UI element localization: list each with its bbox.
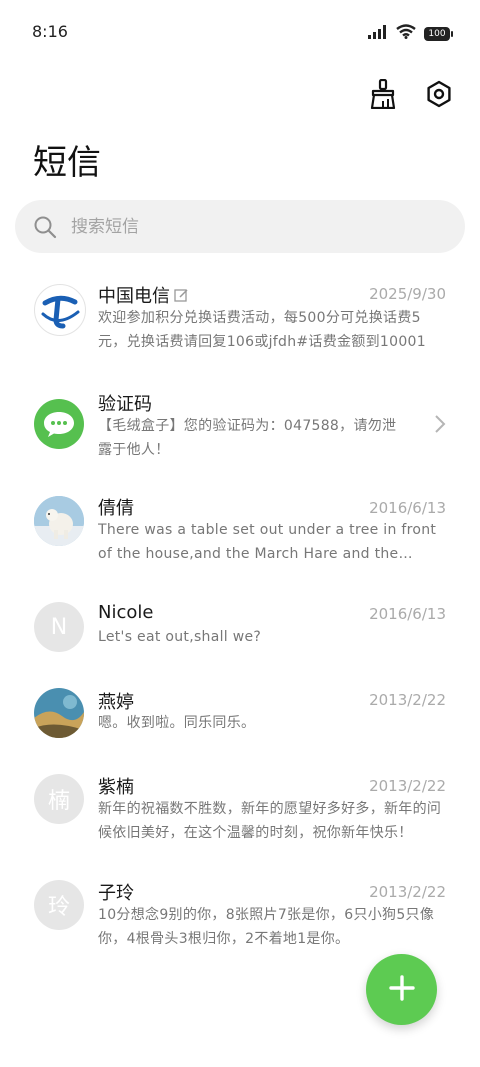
conversation-name: 倩倩 — [98, 498, 134, 519]
plus-icon — [388, 974, 416, 1006]
conversation-name: 紫楠 — [98, 777, 134, 798]
conversation-preview: Let's eat out,shall we? — [98, 629, 262, 645]
contact-initial-avatar: 玲 — [34, 880, 84, 930]
conversation-date: 2013/2/22 — [369, 883, 446, 901]
conversation-item[interactable]: 楠 紫楠 2013/2/22 新年的祝福数不胜数，新年的愿望好多好多，新年的问候… — [0, 760, 480, 860]
conversation-item[interactable]: 中国电信 2025/9/30 欢迎参加积分兑换话费活动，每500分可兑换话费5元… — [0, 266, 480, 366]
signal-icon — [368, 24, 388, 43]
conversation-date: 2016/6/13 — [369, 499, 446, 517]
search-input[interactable] — [69, 211, 443, 243]
clean-brush-icon[interactable] — [368, 78, 398, 110]
conversation-preview: 嗯。收到啦。同乐同乐。 — [98, 715, 256, 731]
conversation-name: 子玲 — [98, 883, 134, 904]
conversation-item[interactable]: 倩倩 2016/6/13 There was a table set out u… — [0, 482, 480, 582]
conversation-preview: 欢迎参加积分兑换话费活动，每500分可兑换话费5元，兑换话费请回复106或jfd… — [98, 310, 426, 350]
conversation-name: Nicole — [98, 602, 154, 623]
conversation-item[interactable]: 燕婷 2013/2/22 嗯。收到啦。同乐同乐。 — [0, 674, 480, 774]
contact-initial-avatar: N — [34, 602, 84, 652]
conversation-date: 2013/2/22 — [369, 691, 446, 709]
conversation-preview: 10分想念9别的你，8张照片7张是你，6只小狗5只像你，4根骨头3根归你，2不着… — [98, 907, 435, 947]
polar-bear-avatar — [34, 496, 84, 546]
page-title: 短信 — [33, 143, 101, 183]
conversation-name: 验证码 — [98, 394, 152, 415]
message-bubble-icon — [34, 399, 84, 449]
search-bar[interactable] — [15, 200, 465, 253]
contact-initial-avatar: 楠 — [34, 774, 84, 824]
conversation-preview: There was a table set out under a tree i… — [98, 522, 437, 562]
status-icons: 100 — [368, 24, 453, 43]
conversation-date: 2025/9/30 — [369, 285, 446, 303]
settings-gear-icon[interactable] — [424, 78, 454, 110]
conversation-item[interactable]: 玲 子玲 2013/2/22 10分想念9别的你，8张照片7张是你，6只小狗5只… — [0, 866, 480, 966]
toolbar — [368, 78, 454, 110]
status-time: 8:16 — [32, 22, 68, 41]
conversation-date: 2013/2/22 — [369, 777, 446, 795]
status-bar: 8:16 100 — [0, 0, 480, 64]
conversation-item[interactable]: 验证码 【毛绒盒子】您的验证码为：047588，请勿泄露于他人！ — [0, 374, 480, 474]
new-message-button[interactable] — [366, 954, 437, 1025]
conversation-preview: 新年的祝福数不胜数，新年的愿望好多好多，新年的问候依旧美好，在这个温馨的时刻，祝… — [98, 801, 442, 841]
conversation-item[interactable]: N Nicole 2016/6/13 Let's eat out,shall w… — [0, 588, 480, 688]
battery-icon: 100 — [424, 26, 453, 41]
conversation-preview: 【毛绒盒子】您的验证码为：047588，请勿泄露于他人！ — [98, 418, 397, 458]
photo-avatar — [34, 688, 84, 738]
chevron-right-icon — [434, 414, 446, 438]
edit-icon — [174, 287, 189, 308]
china-telecom-logo-icon — [34, 284, 86, 336]
conversation-date: 2016/6/13 — [369, 605, 446, 623]
wifi-icon — [396, 24, 416, 43]
conversation-name: 中国电信 — [98, 282, 189, 308]
search-icon — [33, 215, 57, 243]
